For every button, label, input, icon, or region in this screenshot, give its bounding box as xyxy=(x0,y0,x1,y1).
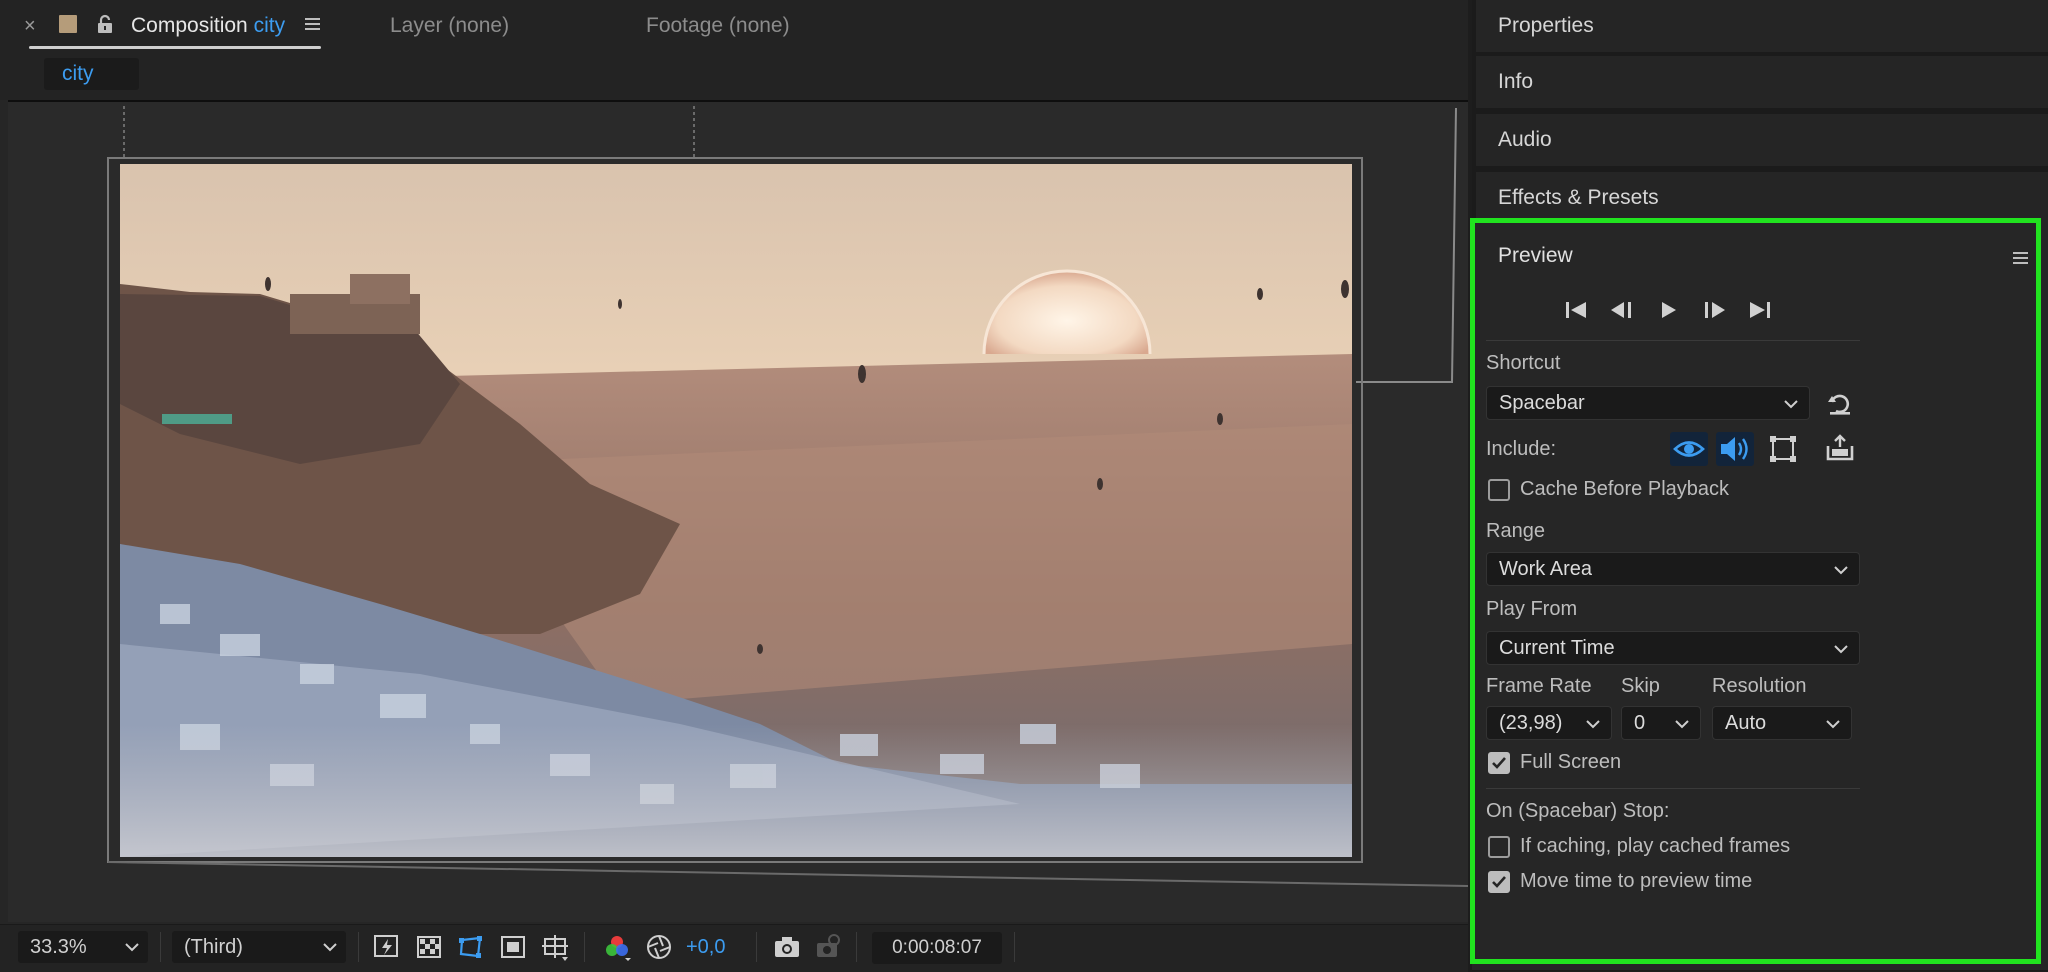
toolbar-separator xyxy=(358,932,359,962)
composition-tab-title[interactable]: Composition city xyxy=(131,14,285,38)
previous-frame-icon[interactable] xyxy=(1608,298,1636,322)
channel-rgb-icon[interactable] xyxy=(602,932,632,962)
frame-rate-dropdown[interactable]: (23,98) xyxy=(1486,706,1612,740)
if-caching-label: If caching, play cached frames xyxy=(1520,835,1791,857)
resolution-value: (Third) xyxy=(184,936,243,958)
resolution-label: Resolution xyxy=(1712,675,1807,697)
panel-properties[interactable]: Properties xyxy=(1476,0,2048,52)
play-from-label: Play From xyxy=(1486,598,1578,620)
panel-menu-icon[interactable] xyxy=(2012,250,2030,266)
first-frame-icon[interactable] xyxy=(1562,298,1590,322)
composition-color-swatch-icon xyxy=(59,15,77,33)
full-screen-label: Full Screen xyxy=(1520,751,1622,773)
breadcrumb-city[interactable]: city xyxy=(44,58,139,90)
include-overlays-icon[interactable] xyxy=(1764,432,1802,466)
cache-before-playback-label: Cache Before Playback xyxy=(1520,478,1730,500)
export-output-icon[interactable] xyxy=(1822,432,1860,466)
full-screen-checkbox[interactable] xyxy=(1488,752,1510,774)
tab-footage[interactable]: Footage (none) xyxy=(646,14,790,38)
active-tab-underline xyxy=(29,46,321,49)
move-time-checkbox[interactable] xyxy=(1488,871,1510,893)
breadcrumb-bar xyxy=(0,54,1468,100)
chevron-down-icon xyxy=(1834,645,1848,654)
last-frame-icon[interactable] xyxy=(1746,298,1774,322)
divider xyxy=(1486,340,1860,341)
include-audio-speaker-icon[interactable] xyxy=(1716,432,1754,466)
reset-exposure-icon[interactable] xyxy=(644,932,674,962)
transparency-grid-icon[interactable] xyxy=(414,932,444,962)
skip-value: 0 xyxy=(1634,712,1646,734)
shortcut-value: Spacebar xyxy=(1499,392,1585,414)
zoom-dropdown[interactable]: 33.3% xyxy=(18,931,148,963)
tab-layer[interactable]: Layer (none) xyxy=(390,14,509,38)
skip-label: Skip xyxy=(1621,675,1660,697)
play-from-value: Current Time xyxy=(1499,637,1615,659)
frame-rate-label: Frame Rate xyxy=(1486,675,1592,697)
chevron-down-icon xyxy=(125,943,139,952)
resolution-auto-value: Auto xyxy=(1725,712,1767,734)
lock-icon[interactable] xyxy=(96,14,114,34)
next-frame-icon[interactable] xyxy=(1700,298,1728,322)
chevron-down-icon xyxy=(1675,720,1689,729)
toolbar-separator xyxy=(856,932,857,962)
grid-guides-icon[interactable] xyxy=(540,932,570,962)
chevron-down-icon xyxy=(1834,566,1848,575)
frame-rate-value: (23,98) xyxy=(1499,712,1563,734)
on-stop-label: On (Spacebar) Stop: xyxy=(1486,800,1670,822)
resolution-dropdown[interactable]: Auto xyxy=(1712,706,1852,740)
include-video-eye-icon[interactable] xyxy=(1670,432,1708,466)
skip-dropdown[interactable]: 0 xyxy=(1621,706,1701,740)
toolbar-separator xyxy=(160,932,161,962)
take-snapshot-icon[interactable] xyxy=(772,932,802,962)
close-tab-icon[interactable]: × xyxy=(24,14,44,38)
shortcut-dropdown[interactable]: Spacebar xyxy=(1486,386,1810,420)
tab-menu-icon[interactable] xyxy=(304,16,322,32)
chevron-down-icon xyxy=(1826,720,1840,729)
range-label: Range xyxy=(1486,520,1545,542)
zoom-value: 33.3% xyxy=(30,936,87,958)
reset-shortcut-icon[interactable] xyxy=(1826,390,1854,418)
cache-before-playback-checkbox[interactable] xyxy=(1488,479,1510,501)
toolbar-separator xyxy=(584,932,585,962)
mask-path-visibility-icon[interactable] xyxy=(456,932,486,962)
panel-info[interactable]: Info xyxy=(1476,56,2048,108)
region-of-interest-icon[interactable] xyxy=(498,932,528,962)
exposure-value[interactable]: +0,0 xyxy=(686,936,725,959)
range-dropdown[interactable]: Work Area xyxy=(1486,552,1860,586)
composition-tab-prefix: Composition xyxy=(131,14,248,37)
toolbar-separator xyxy=(756,932,757,962)
range-value: Work Area xyxy=(1499,558,1592,580)
divider xyxy=(1486,788,1860,789)
if-caching-checkbox[interactable] xyxy=(1488,836,1510,858)
chevron-down-icon xyxy=(1586,720,1600,729)
preview-panel-title[interactable]: Preview xyxy=(1498,244,1573,268)
panel-audio[interactable]: Audio xyxy=(1476,114,2048,166)
move-time-label: Move time to preview time xyxy=(1520,870,1753,892)
current-time-display[interactable]: 0:00:08:07 xyxy=(872,932,1002,964)
show-snapshot-icon[interactable] xyxy=(814,932,844,962)
chevron-down-icon xyxy=(1784,400,1798,409)
shortcut-label: Shortcut xyxy=(1486,352,1561,374)
checkmark-icon xyxy=(1492,876,1506,888)
composition-tab-name: city xyxy=(253,14,286,37)
resolution-dropdown[interactable]: (Third) xyxy=(172,931,346,963)
chevron-down-icon xyxy=(323,943,337,952)
checkmark-icon xyxy=(1492,757,1506,769)
panel-effects-presets[interactable]: Effects & Presets xyxy=(1476,172,2048,224)
include-label: Include: xyxy=(1486,438,1557,460)
play-from-dropdown[interactable]: Current Time xyxy=(1486,631,1860,665)
fast-previews-icon[interactable] xyxy=(372,932,402,962)
toolbar-separator xyxy=(1014,932,1015,962)
composition-frame-image xyxy=(120,164,1352,857)
play-icon[interactable] xyxy=(1654,298,1682,322)
